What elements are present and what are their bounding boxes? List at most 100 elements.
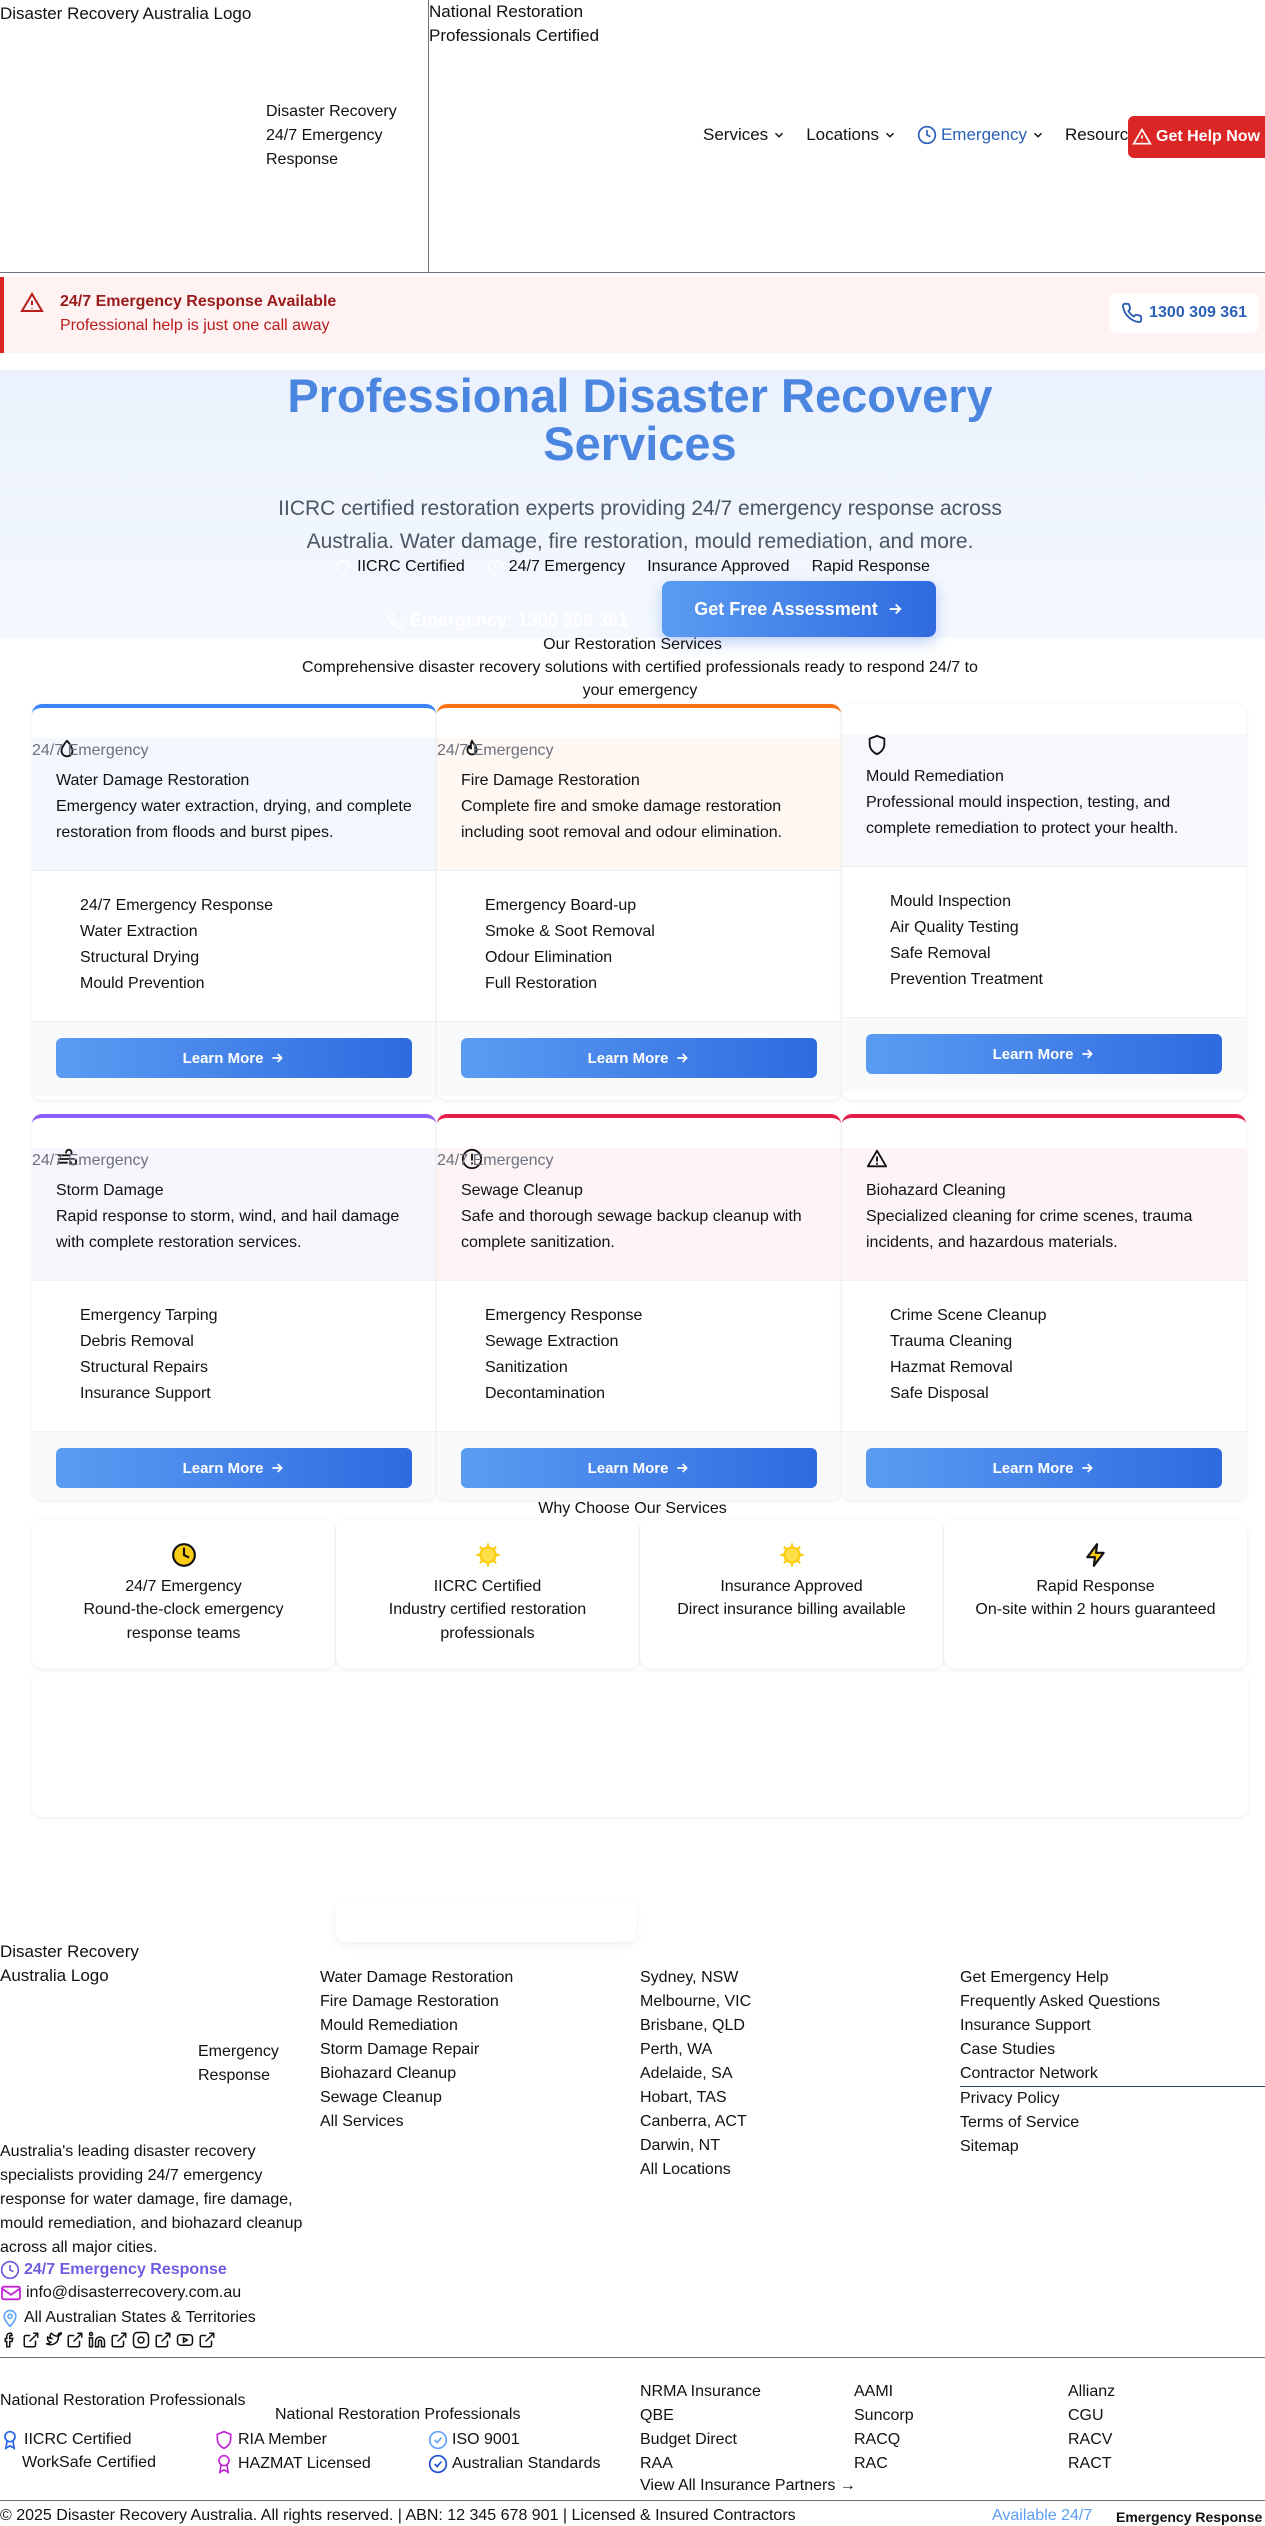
list-item: Decontamination <box>485 1385 606 1402</box>
learn-more-button[interactable]: Learn More <box>461 1448 817 1488</box>
footer-service-link[interactable]: All Services <box>320 2110 513 2134</box>
learn-more-label: Learn More <box>992 1045 1074 1063</box>
footer-service-link[interactable]: Sewage Cleanup <box>320 2086 513 2110</box>
badge-rapid: Rapid Response <box>812 558 930 576</box>
free-assessment-button[interactable]: Get Free Assessment <box>662 581 936 637</box>
list-item: Full Restoration <box>485 975 598 992</box>
why-icon <box>779 1542 805 1568</box>
footer-service-link[interactable]: Fire Damage Restoration <box>320 1990 513 2014</box>
insurance-partner-link[interactable]: RACT <box>1068 2452 1115 2476</box>
footer-service-link[interactable]: Storm Damage Repair <box>320 2038 513 2062</box>
footer-service-link[interactable]: Mould Remediation <box>320 2014 513 2038</box>
external-link-icon[interactable] <box>66 2330 84 2350</box>
footer-resource-link[interactable]: Privacy Policy <box>960 2087 1265 2111</box>
linkedin-icon[interactable] <box>88 2330 106 2350</box>
card-header: 24/7 Emergency Storm Damage Rapid respon… <box>32 1148 436 1280</box>
list-item: 24/7 Emergency Response <box>80 897 273 914</box>
arrow-right-icon <box>889 603 902 615</box>
footer-resource-link[interactable]: Get Emergency Help <box>960 1966 1265 1990</box>
footer-location-link[interactable]: Adelaide, SA <box>640 2062 751 2086</box>
instagram-icon[interactable] <box>132 2330 150 2350</box>
header-border <box>0 272 1265 273</box>
footer-resource-link[interactable]: Sitemap <box>960 2135 1265 2159</box>
shield-icon <box>337 559 350 575</box>
footer-location-link[interactable]: Perth, WA <box>640 2038 751 2062</box>
learn-more-button[interactable]: Learn More <box>56 1448 412 1488</box>
learn-more-label: Learn More <box>992 1459 1074 1477</box>
external-link-icon[interactable] <box>154 2330 172 2350</box>
learn-more-button[interactable]: Learn More <box>461 1038 817 1078</box>
separator: | <box>558 2507 572 2524</box>
learn-more-button[interactable]: Learn More <box>866 1034 1222 1074</box>
footer-resource-link[interactable]: Case Studies <box>960 2038 1265 2062</box>
warning-triangle-icon <box>866 1149 888 1168</box>
services-subheading: Comprehensive disaster recovery solution… <box>302 659 978 699</box>
footer-resource-link[interactable]: Insurance Support <box>960 2014 1265 2038</box>
cert-iicrc: IICRC Certified <box>0 2430 132 2450</box>
site-logo[interactable]: Disaster Recovery Australia Logo <box>0 4 251 24</box>
footer-location-link[interactable]: Melbourne, VIC <box>640 1990 751 2014</box>
insurance-partner-link[interactable]: RACV <box>1068 2428 1115 2452</box>
insurance-partner-link[interactable]: QBE <box>640 2404 761 2428</box>
footer-resource-link[interactable]: Frequently Asked Questions <box>960 1990 1265 2014</box>
alert-phone-button[interactable]: 1300 309 361 <box>1109 293 1259 333</box>
insurance-partner-link[interactable]: Allianz <box>1068 2380 1115 2404</box>
footer-email-link[interactable]: info@disasterrecovery.com.au <box>0 2284 241 2302</box>
check-circle-icon <box>428 2430 448 2450</box>
learn-more-button[interactable]: Learn More <box>56 1038 412 1078</box>
insurance-partner-link[interactable]: CGU <box>1068 2404 1115 2428</box>
insurance-partners-list: AAMI Suncorp RACQ RAC <box>854 2380 914 2476</box>
card-tag: 24/7 Emergency <box>437 1152 554 1169</box>
footer-location-link[interactable]: Hobart, TAS <box>640 2086 751 2110</box>
tagline-line: Response <box>198 2067 271 2084</box>
insurance-partner-link[interactable]: Suncorp <box>854 2404 914 2428</box>
view-partners-link[interactable]: View All Insurance Partners → <box>640 2477 856 2495</box>
cert-worksafe: WorkSafe Certified <box>22 2454 156 2472</box>
why-title: Rapid Response <box>1036 1578 1155 1595</box>
insurance-partner-link[interactable]: AAMI <box>854 2380 914 2404</box>
insurance-partner-link[interactable]: RAA <box>640 2452 761 2476</box>
footer-location-link[interactable]: All Locations <box>640 2158 751 2182</box>
list-item: Hazmat Removal <box>890 1359 1013 1376</box>
footer-service-link[interactable]: Water Damage Restoration <box>320 1966 513 1990</box>
get-help-button[interactable]: Get Help Now <box>1128 116 1265 158</box>
footer-resource-link[interactable]: Contractor Network <box>960 2062 1265 2087</box>
footer-about: Australia's leading disaster recovery sp… <box>0 2143 303 2256</box>
why-card: IICRC Certified Industry certified resto… <box>336 1520 639 1668</box>
learn-more-button[interactable]: Learn More <box>866 1448 1222 1488</box>
insurance-partner-link[interactable]: Budget Direct <box>640 2428 761 2452</box>
abn: ABN: 12 345 678 901 <box>405 2507 559 2524</box>
facebook-icon[interactable] <box>0 2330 18 2350</box>
footer-location-link[interactable]: Sydney, NSW <box>640 1966 751 1990</box>
footer-location-link[interactable]: Brisbane, QLD <box>640 2014 751 2038</box>
chevron-down-icon <box>1033 132 1042 138</box>
external-link-icon[interactable] <box>198 2330 216 2350</box>
nav-emergency[interactable]: Emergency <box>917 125 1045 145</box>
insurance-partner-link[interactable]: RAC <box>854 2452 914 2476</box>
footer-location-link[interactable]: Canberra, ACT <box>640 2110 751 2134</box>
cert-hazmat: HAZMAT Licensed <box>214 2454 371 2474</box>
badge-label: IICRC Certified <box>357 558 465 575</box>
clock-icon <box>917 125 937 145</box>
footer-logo[interactable]: Disaster Recovery Australia Logo <box>0 1940 200 1988</box>
phone-icon <box>386 611 404 629</box>
nav-locations[interactable]: Locations <box>806 125 897 145</box>
external-link-icon[interactable] <box>22 2330 40 2350</box>
nav-services[interactable]: Services <box>703 125 786 145</box>
insurance-partner-link[interactable]: RACQ <box>854 2428 914 2452</box>
insurance-partners-list: Allianz CGU RACV RACT <box>1068 2380 1115 2476</box>
service-card: Mould Remediation Professional mould ins… <box>842 704 1246 1100</box>
footer-location-link[interactable]: Darwin, NT <box>640 2134 751 2158</box>
footer-resource-link[interactable]: Terms of Service <box>960 2111 1265 2135</box>
insurance-partner-link[interactable]: NRMA Insurance <box>640 2380 761 2404</box>
shield-icon <box>216 2430 232 2450</box>
twitter-icon[interactable] <box>44 2330 62 2350</box>
footer-emergency-link[interactable]: 24/7 Emergency Response <box>0 2260 227 2280</box>
youtube-icon[interactable] <box>176 2330 194 2350</box>
emergency-call-label: Emergency: 1300 309 361 <box>409 609 629 630</box>
badge-label: Rapid Response <box>811 558 930 575</box>
footer-service-link[interactable]: Biohazard Cleanup <box>320 2062 513 2086</box>
list-item: Prevention Treatment <box>890 971 1043 988</box>
external-link-icon[interactable] <box>110 2330 128 2350</box>
card-description: Specialized cleaning for crime scenes, t… <box>866 1208 1193 1251</box>
